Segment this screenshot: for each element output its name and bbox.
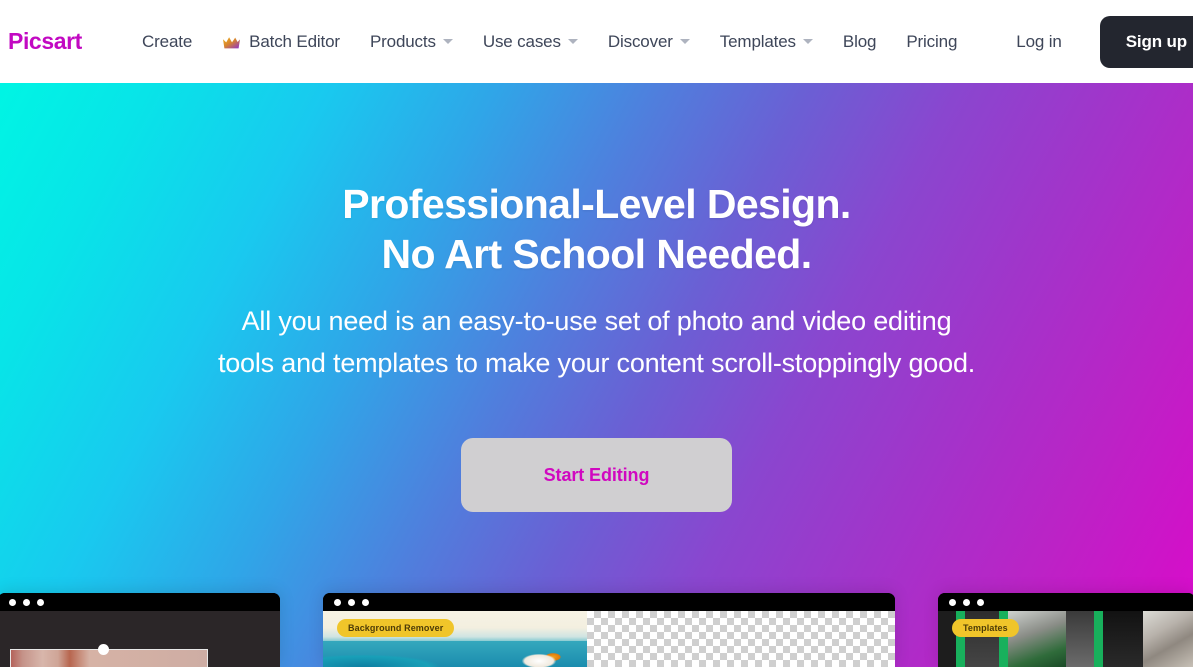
- site-header: Picsart Create Batch Editor Products Use…: [0, 0, 1193, 83]
- transparency-checkerboard: [587, 611, 895, 667]
- hero-inner: Professional-Level Design. No Art School…: [0, 83, 1193, 667]
- chevron-down-icon: [442, 39, 453, 44]
- selection-handle[interactable]: [98, 644, 109, 655]
- hero-subtitle-line-2: tools and templates to make your content…: [217, 348, 976, 378]
- chevron-down-icon: [567, 39, 578, 44]
- chevron-down-icon: [679, 39, 690, 44]
- nav-item-create[interactable]: Create: [142, 32, 192, 52]
- window-dot-icon: [949, 598, 956, 606]
- window-dot-icon: [348, 598, 355, 606]
- window-dot-icon: [37, 598, 44, 606]
- badge-background-remover: Background Remover: [337, 619, 455, 637]
- template-thumb: [1094, 611, 1103, 667]
- nav-item-use-cases[interactable]: Use cases: [483, 32, 578, 52]
- hero-subtitle: All you need is an easy-to-use set of ph…: [0, 300, 1193, 384]
- start-editing-button[interactable]: Start Editing: [461, 438, 732, 512]
- editor-canvas: [0, 611, 280, 667]
- editor-preview-card[interactable]: [0, 593, 280, 667]
- hero-title-line-2: No Art School Needed.: [381, 231, 812, 277]
- window-dot-icon: [23, 598, 30, 606]
- nav-item-templates[interactable]: Templates: [720, 32, 813, 52]
- nav-label-discover: Discover: [607, 31, 673, 51]
- picsart-logo[interactable]: Picsart: [8, 30, 82, 53]
- badge-templates: Templates: [952, 619, 1019, 637]
- nav-label-pricing: Pricing: [906, 31, 958, 51]
- background-remover-canvas: Background Remover: [323, 611, 895, 667]
- template-thumb: [938, 611, 956, 667]
- nav-label-use-cases: Use cases: [482, 31, 561, 51]
- main-navigation: Create Batch Editor Products Use cases D…: [142, 0, 987, 83]
- crown-icon: [222, 35, 241, 49]
- hero-title-line-1: Professional-Level Design.: [342, 181, 851, 227]
- window-titlebar: [0, 593, 280, 611]
- nav-label-blog: Blog: [842, 31, 877, 51]
- nav-item-discover[interactable]: Discover: [608, 32, 690, 52]
- page-title: Professional-Level Design. No Art School…: [0, 179, 1193, 279]
- templates-card[interactable]: Templates: [938, 593, 1193, 667]
- auth-actions: Log in Sign up: [1016, 0, 1193, 83]
- templates-canvas: Templates: [938, 611, 1193, 667]
- nav-label-products: Products: [369, 31, 436, 51]
- template-thumb: [1066, 611, 1094, 667]
- template-thumb: [1143, 611, 1193, 667]
- nav-item-batch-editor[interactable]: Batch Editor: [222, 32, 340, 52]
- login-link[interactable]: Log in: [1016, 32, 1062, 52]
- window-dot-icon: [362, 598, 369, 606]
- window-dot-icon: [963, 598, 970, 606]
- nav-item-products[interactable]: Products: [370, 32, 453, 52]
- nav-label-templates: Templates: [719, 31, 796, 51]
- background-remover-card[interactable]: Background Remover: [323, 593, 895, 667]
- window-titlebar: [323, 593, 895, 611]
- hero-subtitle-line-1: All you need is an easy-to-use set of ph…: [241, 306, 952, 336]
- window-dot-icon: [334, 598, 341, 606]
- hero-section: Professional-Level Design. No Art School…: [0, 83, 1193, 667]
- signup-button[interactable]: Sign up: [1099, 15, 1193, 68]
- chevron-down-icon: [802, 39, 813, 44]
- template-thumb: [1103, 611, 1143, 667]
- cta-container: Start Editing: [0, 438, 1193, 512]
- nav-label-batch-editor: Batch Editor: [249, 31, 340, 51]
- preview-cards: Background Remover Templates: [0, 593, 1193, 667]
- window-dot-icon: [977, 598, 984, 606]
- window-titlebar: [938, 593, 1193, 611]
- photo-subject: [519, 641, 579, 667]
- nav-item-blog[interactable]: Blog: [842, 31, 877, 52]
- canvas-photo: [10, 649, 208, 667]
- nav-label-create: Create: [142, 31, 193, 51]
- page-root: Picsart Create Batch Editor Products Use…: [0, 0, 1193, 667]
- nav-item-pricing[interactable]: Pricing: [906, 32, 957, 52]
- window-dot-icon: [9, 598, 16, 606]
- template-thumb: [1008, 611, 1066, 667]
